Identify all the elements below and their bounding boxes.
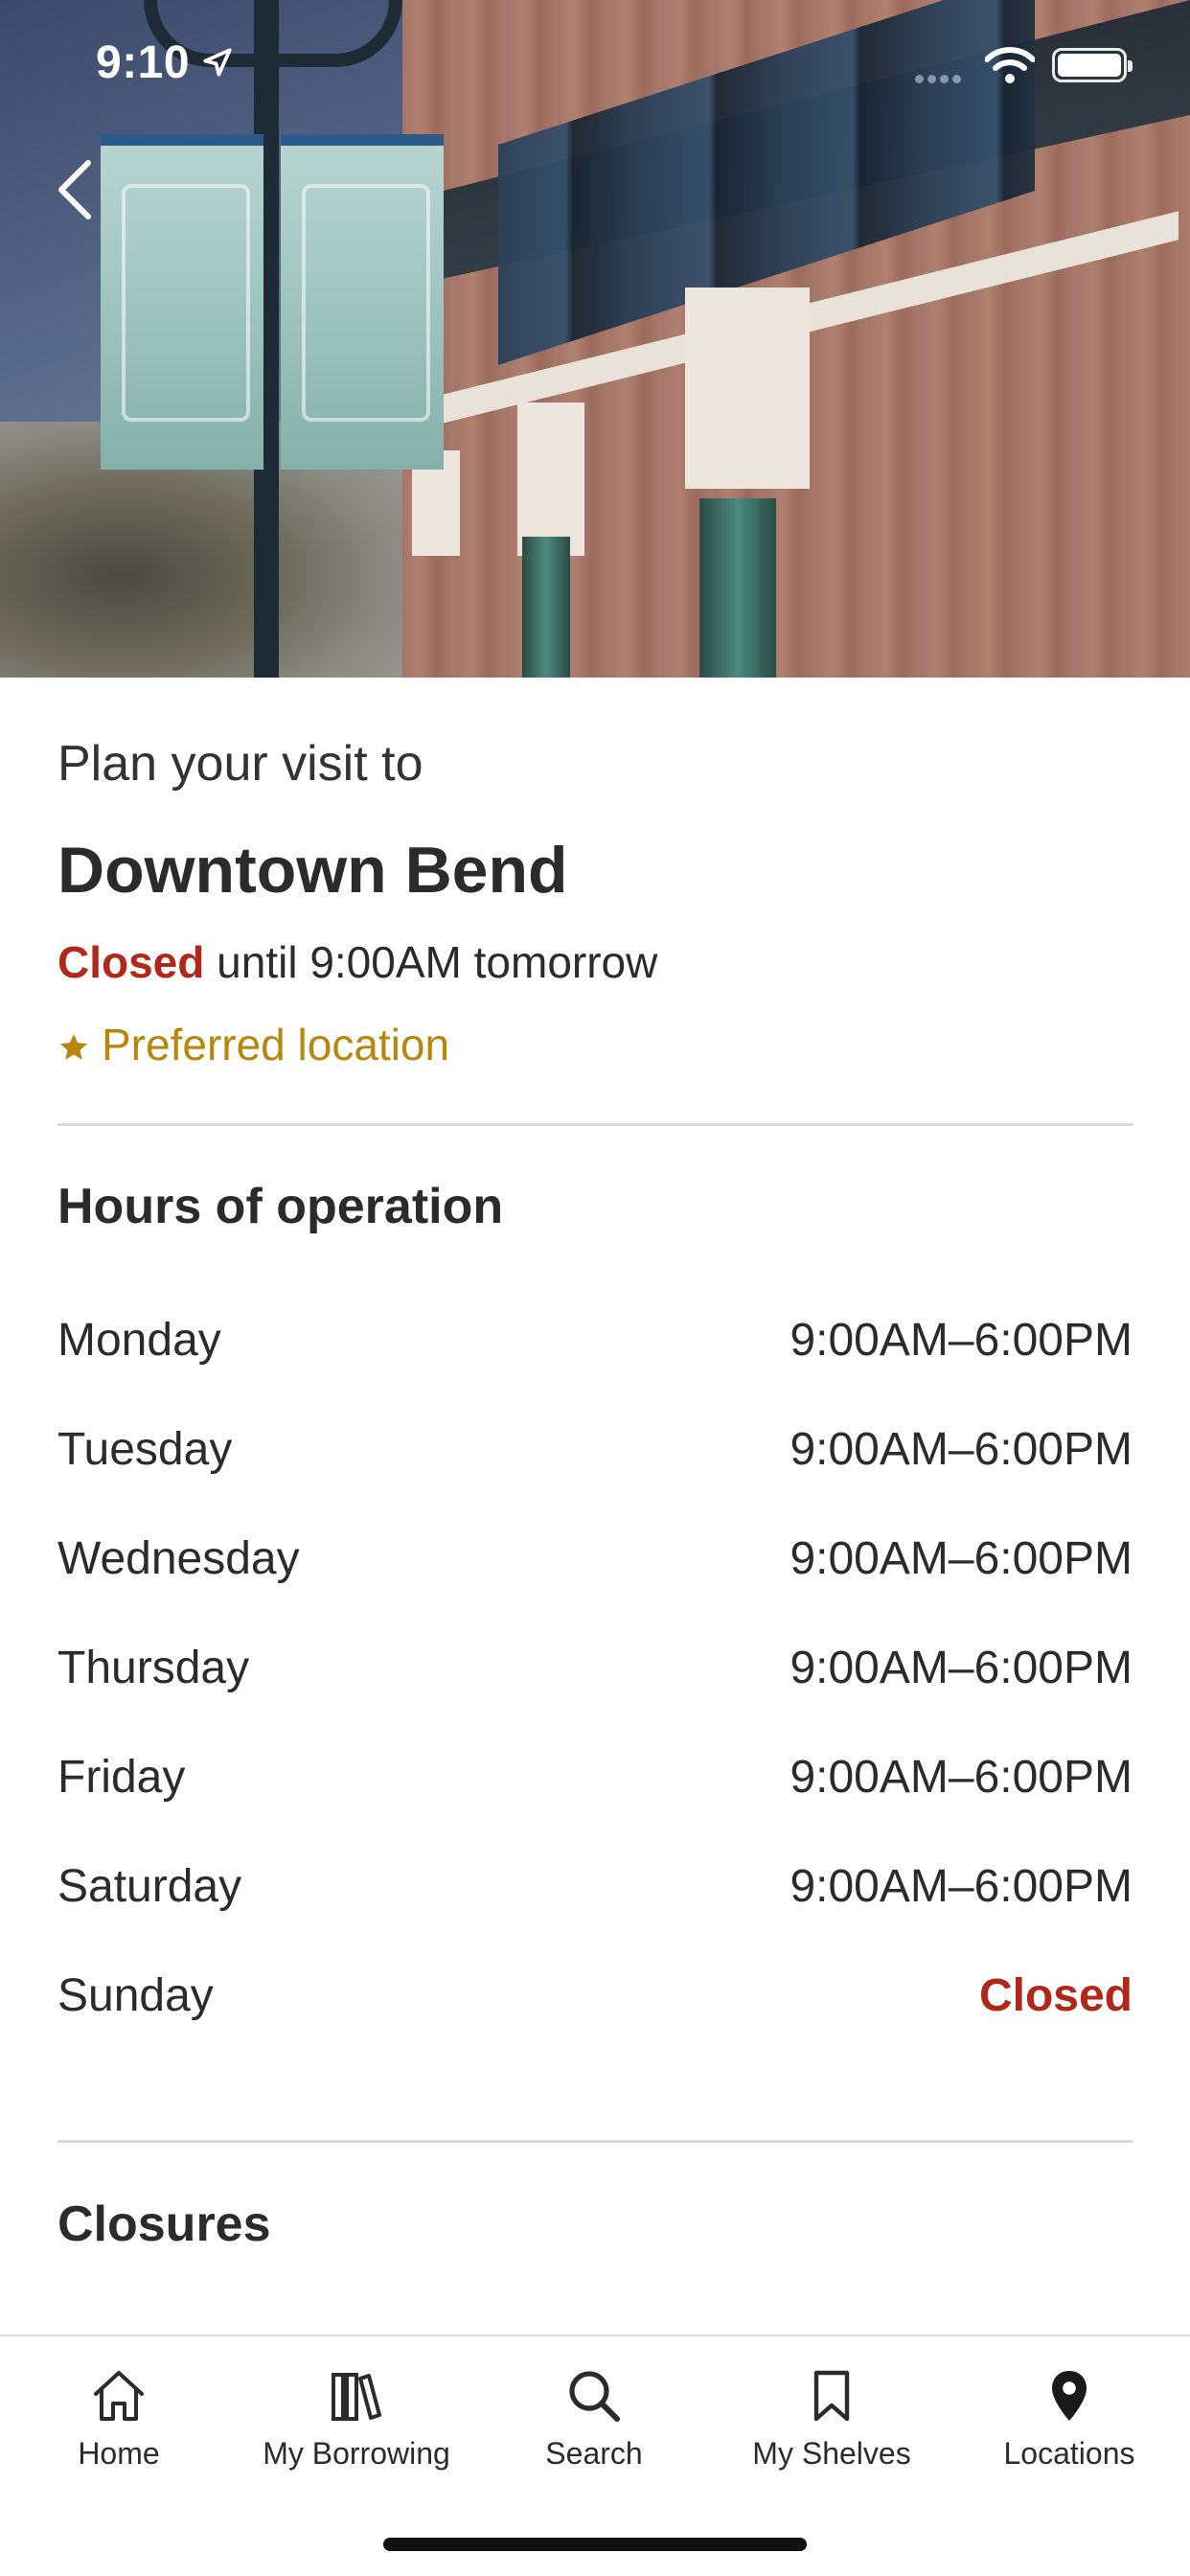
preferred-location-toggle[interactable]: Preferred location <box>57 1019 449 1070</box>
status-bar: 9:10 <box>0 0 1190 126</box>
day-label: Saturday <box>57 1861 242 1912</box>
chevron-left-icon <box>58 160 91 219</box>
hours-row: Sunday Closed <box>57 1956 1133 2033</box>
home-icon <box>94 2371 144 2421</box>
tab-label: My Shelves <box>752 2436 911 2471</box>
back-button[interactable] <box>50 153 107 226</box>
hours-row: Thursday 9:00AM–6:00PM <box>57 1628 1133 1705</box>
tab-my-borrowing[interactable]: My Borrowing <box>238 2356 475 2499</box>
wifi-icon <box>985 47 1035 83</box>
hours-row: Monday 9:00AM–6:00PM <box>57 1300 1133 1377</box>
tab-locations[interactable]: Locations <box>950 2356 1188 2499</box>
tab-home[interactable]: Home <box>0 2356 238 2499</box>
hours-value: 9:00AM–6:00PM <box>790 1424 1133 1475</box>
tab-search[interactable]: Search <box>475 2356 713 2499</box>
preferred-location-label: Preferred location <box>102 1020 450 1070</box>
day-label: Tuesday <box>57 1424 233 1475</box>
day-label: Monday <box>57 1315 221 1366</box>
open-status: Closed until 9:00AM tomorrow <box>57 936 657 988</box>
divider <box>57 1123 1133 1126</box>
tab-label: Search <box>545 2436 643 2471</box>
hours-value: 9:00AM–6:00PM <box>790 1752 1133 1803</box>
reopen-time-text: until 9:00AM tomorrow <box>204 937 658 987</box>
search-icon <box>569 2371 620 2422</box>
tab-label: My Borrowing <box>263 2436 450 2471</box>
tab-label: Locations <box>1003 2436 1135 2471</box>
location-name: Downtown Bend <box>57 834 568 907</box>
closures-title: Closures <box>57 2196 271 2252</box>
tab-my-shelves[interactable]: My Shelves <box>713 2356 950 2499</box>
home-indicator <box>383 2538 807 2551</box>
closed-status-label: Closed <box>57 937 205 987</box>
hours-row: Tuesday 9:00AM–6:00PM <box>57 1410 1133 1486</box>
hours-value-closed: Closed <box>978 1970 1133 2021</box>
bookmark-icon <box>813 2370 850 2422</box>
battery-icon <box>1052 48 1133 82</box>
plan-visit-label: Plan your visit to <box>57 736 423 792</box>
day-label: Friday <box>57 1752 186 1803</box>
status-time: 9:10 <box>96 37 191 88</box>
divider <box>57 2140 1133 2143</box>
hours-row: Wednesday 9:00AM–6:00PM <box>57 1519 1133 1596</box>
location-arrow-icon <box>203 48 232 77</box>
cellular-signal-icon <box>915 71 965 88</box>
day-label: Thursday <box>57 1643 250 1693</box>
star-icon <box>59 1033 88 1060</box>
books-icon <box>332 2373 381 2421</box>
location-pin-icon <box>1052 2371 1087 2421</box>
hours-row: Friday 9:00AM–6:00PM <box>57 1737 1133 1814</box>
hours-value: 9:00AM–6:00PM <box>790 1643 1133 1693</box>
day-label: Wednesday <box>57 1533 300 1584</box>
hours-title: Hours of operation <box>57 1179 504 1234</box>
hours-value: 9:00AM–6:00PM <box>790 1533 1133 1584</box>
hours-value: 9:00AM–6:00PM <box>790 1861 1133 1912</box>
tab-label: Home <box>78 2436 160 2471</box>
day-label: Sunday <box>57 1970 214 2021</box>
hours-row: Saturday 9:00AM–6:00PM <box>57 1847 1133 1923</box>
hours-value: 9:00AM–6:00PM <box>790 1315 1133 1366</box>
